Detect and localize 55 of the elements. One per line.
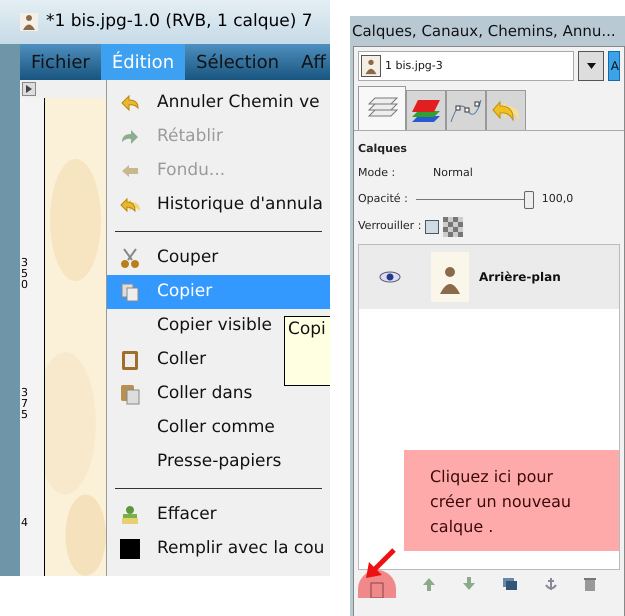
- clipboard-icon: [119, 383, 141, 405]
- ruler-label: 375: [21, 386, 29, 420]
- eraser-icon: [119, 504, 141, 526]
- lock-pixels-checkbox[interactable]: [425, 220, 440, 234]
- opacity-value: 100,0: [542, 191, 574, 208]
- auto-button[interactable]: A: [608, 51, 620, 81]
- slider-thumb[interactable]: [524, 190, 534, 208]
- image-thumbnail-icon: [361, 55, 381, 77]
- dock-tab[interactable]: [406, 90, 446, 130]
- trash-icon[interactable]: [584, 576, 596, 590]
- layer-thumbnail-icon: [431, 252, 469, 302]
- menu-title[interactable]: Sélection: [185, 44, 290, 80]
- menu-title[interactable]: Aff: [290, 44, 330, 80]
- panel-heading: Calques: [358, 141, 408, 157]
- lock-label: Verrouiller :: [358, 218, 422, 234]
- caret-icon: [586, 63, 596, 69]
- anchor-icon[interactable]: [544, 576, 558, 590]
- lower-arrow-icon[interactable]: [462, 576, 476, 590]
- menu-item[interactable]: Annuler Chemin ve: [107, 86, 330, 120]
- tooltip: Copi: [284, 316, 330, 386]
- ruler-label: 350: [21, 256, 29, 290]
- image-selector[interactable]: 1 bis.jpg-3: [358, 51, 574, 81]
- menu-title[interactable]: Fichier: [20, 44, 101, 80]
- checkerboard-icon: [443, 216, 464, 236]
- opacity-slider[interactable]: [416, 190, 534, 208]
- dock-title: Calques, Canaux, Chemins, Annu...: [351, 20, 617, 42]
- menu-item[interactable]: Couper: [107, 241, 330, 275]
- play-icon: [22, 82, 36, 96]
- menu-item[interactable]: Remplir avec la cou: [107, 532, 330, 566]
- eye-icon[interactable]: [379, 270, 401, 282]
- raise-arrow-icon[interactable]: [422, 576, 436, 590]
- pointer-arrow-icon: [364, 548, 396, 580]
- dock-tab[interactable]: [358, 86, 406, 130]
- ruler-label: 4: [21, 516, 29, 528]
- undo-arrow-icon: [119, 92, 141, 114]
- annotation-note: Cliquez ici pour créer un nouveau calque .: [404, 450, 619, 550]
- layer-name: Arrière-plan: [479, 268, 561, 286]
- menu-item[interactable]: Coller comme: [107, 411, 330, 445]
- dropdown-button[interactable]: [578, 51, 604, 81]
- menu-item[interactable]: Historique d'annula: [107, 188, 330, 222]
- copy-icon: [119, 281, 141, 303]
- mode-label: Mode :: [358, 165, 396, 182]
- window-title: *1 bis.jpg-1.0 (RVB, 1 calque) 7: [46, 10, 313, 34]
- layer-row[interactable]: Arrière-plan: [359, 244, 619, 308]
- menu-item[interactable]: Presse-papiers: [107, 445, 330, 479]
- menu-item[interactable]: Effacer: [107, 498, 330, 532]
- new-page-icon: [370, 582, 384, 598]
- mode-value[interactable]: Normal: [433, 165, 473, 182]
- dock-tab[interactable]: [446, 90, 486, 130]
- opacity-label: Opacité :: [358, 191, 408, 208]
- scissors-icon: [119, 247, 141, 269]
- fill-swatch-icon: [119, 538, 141, 560]
- app-figure-icon: [20, 13, 38, 31]
- clipboard-icon: [119, 349, 141, 371]
- duplicate-icon[interactable]: [502, 576, 518, 590]
